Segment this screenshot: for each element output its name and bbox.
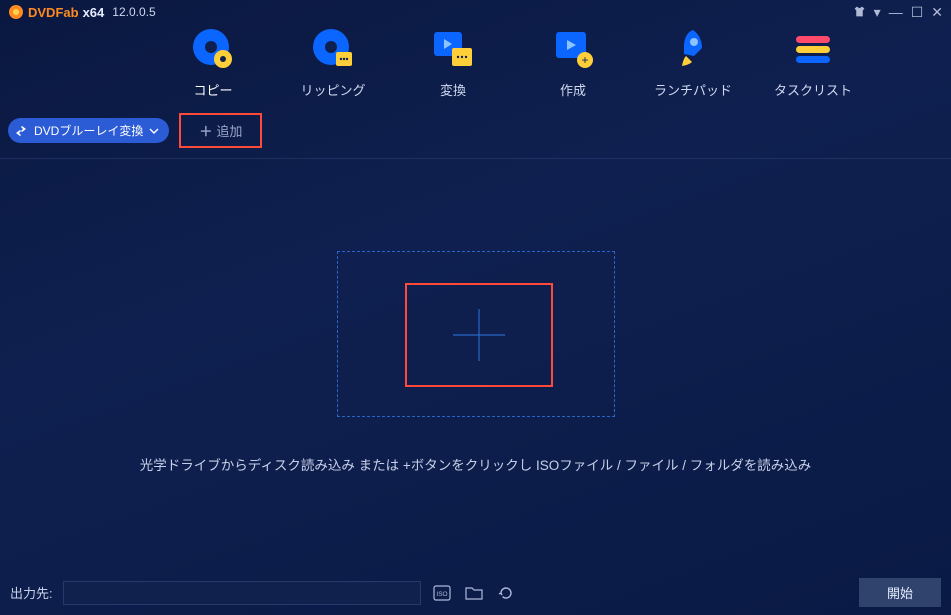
sub-toolbar: DVDブルーレイ変換 ＋ 追加 — [0, 105, 951, 159]
svg-text:+: + — [581, 53, 588, 67]
tab-tasklist-label: タスクリスト — [774, 80, 852, 99]
drop-hint-text: 光学ドライブからディスク読み込み または +ボタンをクリックし ISOファイル … — [0, 454, 951, 474]
window-controls: ▾ — ☐ ✕ — [853, 5, 943, 20]
convert-icon — [430, 26, 476, 72]
large-plus-icon — [447, 303, 511, 367]
tab-convert[interactable]: 変換 — [410, 26, 496, 99]
launchpad-rocket-icon — [670, 26, 716, 72]
app-brand: DVDFab x64 12.0.0.5 — [8, 4, 156, 20]
copy-disc-icon — [190, 26, 236, 72]
minimize-icon[interactable]: — — [889, 5, 903, 19]
mode-pill-label: DVDブルーレイ変換 — [34, 122, 143, 139]
drop-zone-add[interactable] — [405, 283, 553, 387]
brand-prefix: DVDFab — [28, 5, 79, 20]
tab-convert-label: 変換 — [440, 80, 466, 99]
add-button[interactable]: ＋ 追加 — [179, 113, 262, 148]
add-button-label: 追加 — [216, 121, 242, 140]
titlebar: DVDFab x64 12.0.0.5 ▾ — ☐ ✕ — [0, 0, 951, 22]
tab-copy[interactable]: コピー — [170, 26, 256, 99]
create-icon: + — [550, 26, 596, 72]
shirt-icon[interactable] — [853, 5, 866, 20]
close-icon[interactable]: ✕ — [931, 5, 943, 19]
tab-copy-label: コピー — [193, 80, 232, 99]
iso-output-button[interactable]: ISO — [431, 582, 453, 604]
mode-pill[interactable]: DVDブルーレイ変換 — [8, 118, 169, 143]
maximize-icon[interactable]: ☐ — [911, 5, 924, 19]
brand-arch: x64 — [83, 5, 105, 20]
refresh-button[interactable] — [495, 582, 517, 604]
tab-launchpad[interactable]: ランチパッド — [650, 26, 736, 99]
tasklist-icon — [790, 26, 836, 72]
chevron-down-icon — [149, 126, 159, 136]
tab-ripping[interactable]: リッピング — [290, 26, 376, 99]
swap-arrows-icon — [14, 124, 28, 138]
output-path-field[interactable] — [63, 581, 421, 605]
output-label: 出力先: — [10, 583, 53, 602]
start-button[interactable]: 開始 — [859, 578, 941, 607]
main-tabs: コピー リッピング 変換 + 作成 ランチパッド タスクリスト — [0, 22, 951, 105]
ripping-icon — [310, 26, 356, 72]
dropdown-caret-icon[interactable]: ▾ — [874, 5, 881, 19]
svg-text:ISO: ISO — [436, 591, 447, 598]
app-version: 12.0.0.5 — [112, 5, 155, 19]
tab-ripping-label: リッピング — [300, 80, 365, 99]
tab-launchpad-label: ランチパッド — [654, 80, 732, 99]
tab-create[interactable]: + 作成 — [530, 26, 616, 99]
bottom-bar: 出力先: ISO 開始 — [0, 578, 951, 607]
tab-create-label: 作成 — [560, 80, 586, 99]
app-logo-icon — [8, 4, 24, 20]
drop-stage: 光学ドライブからディスク読み込み または +ボタンをクリックし ISOファイル … — [0, 159, 951, 554]
tab-tasklist[interactable]: タスクリスト — [770, 26, 856, 99]
folder-output-button[interactable] — [463, 582, 485, 604]
plus-icon: ＋ — [199, 121, 212, 140]
start-button-label: 開始 — [887, 586, 913, 601]
